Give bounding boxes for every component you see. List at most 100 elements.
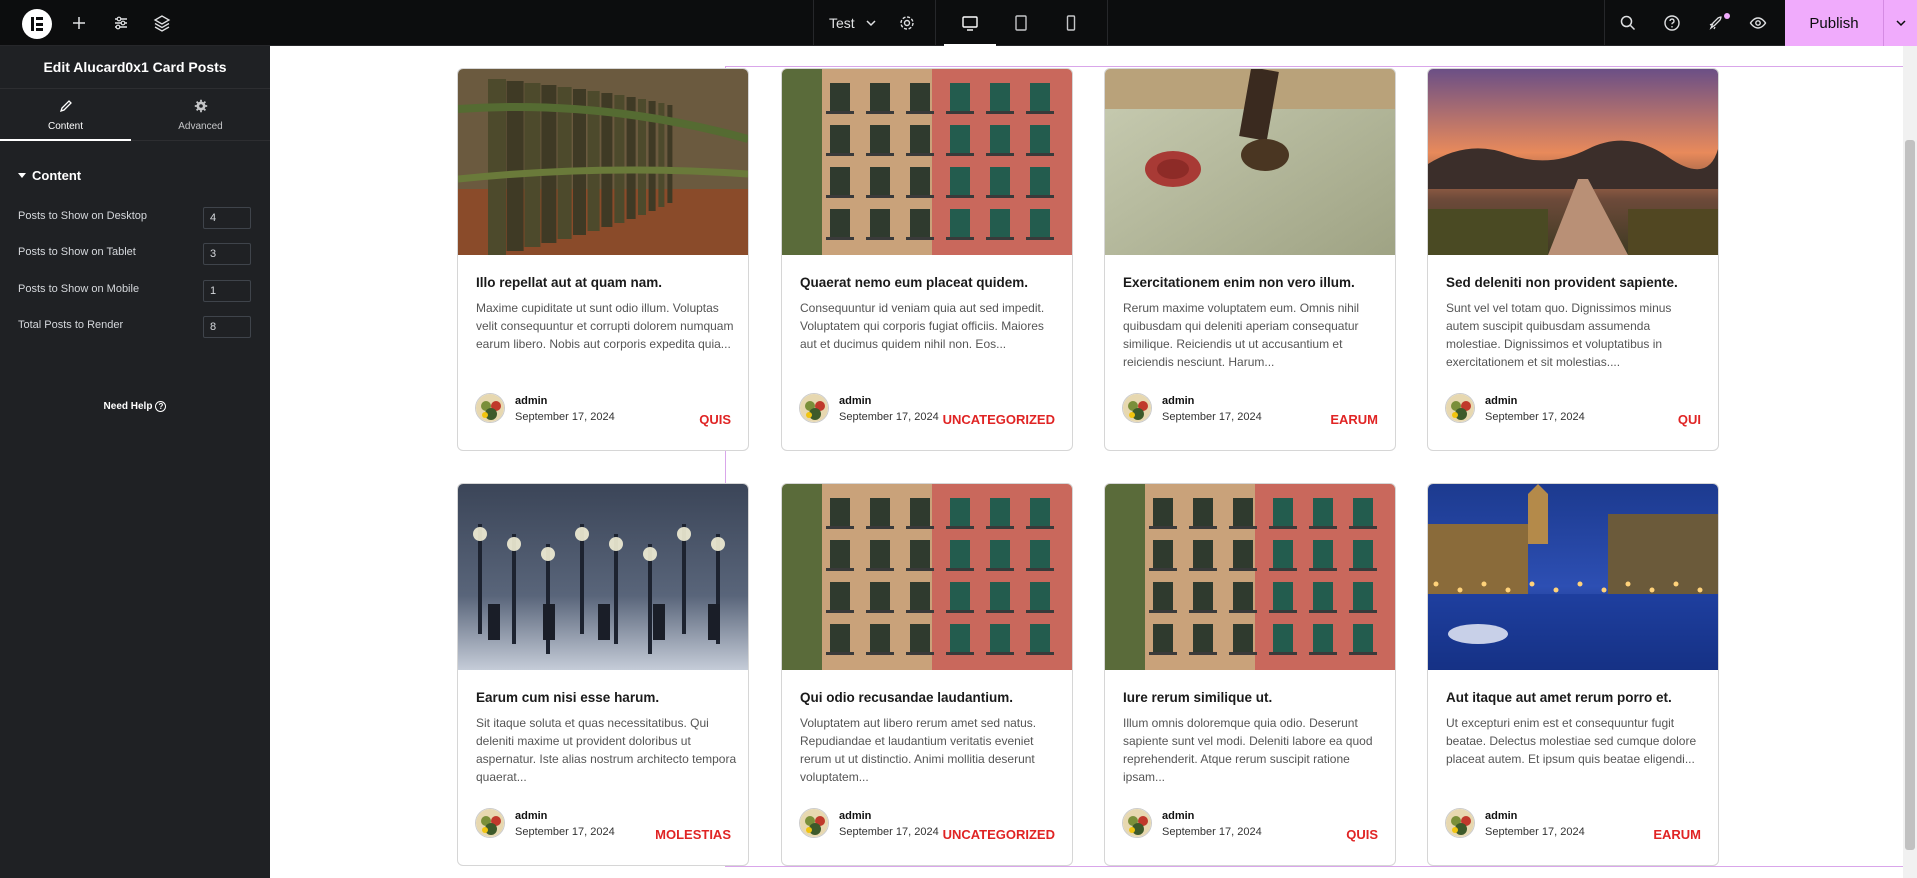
post-date: September 17, 2024 bbox=[1162, 411, 1262, 423]
elementor-logo-icon[interactable] bbox=[22, 9, 52, 39]
post-category[interactable]: EARUM bbox=[1653, 827, 1701, 842]
question-circle-icon: ? bbox=[155, 401, 167, 412]
author-avatar bbox=[1122, 808, 1152, 838]
post-title[interactable]: Illo repellat aut at quam nam. bbox=[476, 275, 736, 290]
tab-advanced[interactable]: Advanced bbox=[135, 89, 266, 141]
field-label-desktop: Posts to Show on Desktop bbox=[18, 210, 148, 222]
post-author[interactable]: admin bbox=[1162, 810, 1194, 822]
posts-desktop-input[interactable] bbox=[203, 207, 251, 229]
desktop-icon[interactable] bbox=[959, 12, 981, 34]
total-posts-input[interactable] bbox=[203, 316, 251, 338]
notification-dot bbox=[1724, 13, 1730, 19]
post-title[interactable]: Sed deleniti non provident sapiente. bbox=[1446, 275, 1706, 290]
post-category[interactable]: QUIS bbox=[1346, 827, 1378, 842]
page-name[interactable]: Test bbox=[829, 15, 855, 31]
gear-icon bbox=[135, 99, 266, 115]
post-category[interactable]: UNCATEGORIZED bbox=[943, 827, 1055, 842]
mobile-icon[interactable] bbox=[1060, 12, 1082, 34]
post-title[interactable]: Earum cum nisi esse harum. bbox=[476, 690, 736, 705]
post-date: September 17, 2024 bbox=[1162, 826, 1262, 838]
tablet-icon[interactable] bbox=[1010, 12, 1032, 34]
field-label-mobile: Posts to Show on Mobile bbox=[18, 283, 140, 295]
panel-tabs: Content Advanced bbox=[0, 89, 270, 141]
post-card[interactable]: Exercitationem enim non vero illum. Rerum… bbox=[1104, 68, 1396, 451]
preview-canvas: Illo repellat aut at quam nam. Maxime cup… bbox=[270, 46, 1917, 878]
add-element-icon[interactable] bbox=[68, 12, 90, 34]
post-author[interactable]: admin bbox=[515, 395, 547, 407]
post-card[interactable]: Quaerat nemo eum placeat quidem. Consequu… bbox=[781, 68, 1073, 451]
post-date: September 17, 2024 bbox=[839, 826, 939, 838]
post-excerpt: Illum omnis doloremque quia odio. Deseru… bbox=[1123, 716, 1373, 784]
post-category[interactable]: EARUM bbox=[1330, 412, 1378, 427]
author-avatar bbox=[475, 808, 505, 838]
help-icon[interactable] bbox=[1661, 12, 1683, 34]
separator bbox=[1107, 0, 1108, 46]
post-title[interactable]: Quaerat nemo eum placeat quidem. bbox=[800, 275, 1060, 290]
post-excerpt: Consequuntur id veniam quia aut sed impe… bbox=[800, 301, 1045, 351]
need-help-label: Need Help bbox=[103, 401, 153, 413]
publish-options-button[interactable] bbox=[1883, 0, 1917, 46]
tab-label: Content bbox=[47, 121, 84, 132]
publish-button[interactable]: Publish bbox=[1785, 0, 1883, 46]
post-date: September 17, 2024 bbox=[1485, 411, 1585, 423]
post-category[interactable]: MOLESTIAS bbox=[655, 827, 731, 842]
post-date: September 17, 2024 bbox=[1485, 826, 1585, 838]
post-title[interactable]: Qui odio recusandae laudantium. bbox=[800, 690, 1060, 705]
author-avatar bbox=[475, 393, 505, 423]
section-content-toggle[interactable]: Content bbox=[32, 168, 81, 183]
posts-tablet-input[interactable] bbox=[203, 243, 251, 265]
post-author[interactable]: admin bbox=[1162, 395, 1194, 407]
post-author[interactable]: admin bbox=[1485, 810, 1517, 822]
post-card[interactable]: Sed deleniti non provident sapiente. Sunt… bbox=[1427, 68, 1719, 451]
structure-layers-icon[interactable] bbox=[151, 12, 173, 34]
post-excerpt: Maxime cupiditate ut sunt odio illum. Vo… bbox=[476, 301, 734, 351]
post-excerpt: Sunt vel vel totam quo. Dignissimos minu… bbox=[1446, 301, 1672, 369]
tab-content[interactable]: Content bbox=[0, 89, 131, 141]
post-excerpt: Voluptatem aut libero rerum amet sed nat… bbox=[800, 716, 1037, 784]
caret-down-icon[interactable] bbox=[18, 173, 26, 178]
site-settings-icon[interactable] bbox=[110, 12, 132, 34]
author-avatar bbox=[799, 393, 829, 423]
post-author[interactable]: admin bbox=[839, 395, 871, 407]
preview-eye-icon[interactable] bbox=[1747, 12, 1769, 34]
post-date: September 17, 2024 bbox=[515, 826, 615, 838]
tab-label: Advanced bbox=[178, 121, 223, 132]
search-icon[interactable] bbox=[1617, 12, 1639, 34]
chevron-down-icon[interactable] bbox=[864, 16, 878, 30]
pencil-icon bbox=[0, 99, 131, 115]
post-card[interactable]: Iure rerum similique ut. Illum omnis dolo… bbox=[1104, 483, 1396, 866]
separator bbox=[813, 0, 814, 46]
post-card[interactable]: Aut itaque aut amet rerum porro et. Ut ex… bbox=[1427, 483, 1719, 866]
post-card[interactable]: Earum cum nisi esse harum. Sit itaque sol… bbox=[457, 483, 749, 866]
separator bbox=[935, 0, 936, 46]
post-title[interactable]: Iure rerum similique ut. bbox=[1123, 690, 1383, 705]
top-bar: Test Publish bbox=[0, 0, 1917, 46]
scrollbar-thumb[interactable] bbox=[1905, 140, 1915, 850]
need-help-link[interactable]: Need Help? bbox=[0, 401, 270, 412]
post-excerpt: Ut excepturi enim est et consequuntur fu… bbox=[1446, 716, 1697, 766]
post-category[interactable]: QUIS bbox=[699, 412, 731, 427]
post-category[interactable]: QUI bbox=[1678, 412, 1701, 427]
post-date: September 17, 2024 bbox=[839, 411, 939, 423]
editor-panel: Edit Alucard0x1 Card Posts Content Advan… bbox=[0, 46, 270, 878]
post-category[interactable]: UNCATEGORIZED bbox=[943, 412, 1055, 427]
post-card[interactable]: Qui odio recusandae laudantium. Voluptate… bbox=[781, 483, 1073, 866]
post-title[interactable]: Exercitationem enim non vero illum. bbox=[1123, 275, 1383, 290]
separator bbox=[1604, 0, 1605, 46]
chevron-down-icon bbox=[1895, 20, 1906, 27]
posts-mobile-input[interactable] bbox=[203, 280, 251, 302]
field-label-total: Total Posts to Render bbox=[18, 319, 124, 331]
author-avatar bbox=[1122, 393, 1152, 423]
author-avatar bbox=[1445, 393, 1475, 423]
panel-title: Edit Alucard0x1 Card Posts bbox=[0, 46, 270, 89]
post-author[interactable]: admin bbox=[515, 810, 547, 822]
post-author[interactable]: admin bbox=[839, 810, 871, 822]
post-excerpt: Rerum maxime voluptatem eum. Omnis nihil… bbox=[1123, 301, 1360, 369]
post-card[interactable]: Illo repellat aut at quam nam. Maxime cup… bbox=[457, 68, 749, 451]
field-label-tablet: Posts to Show on Tablet bbox=[18, 246, 136, 258]
post-author[interactable]: admin bbox=[1485, 395, 1517, 407]
post-date: September 17, 2024 bbox=[515, 411, 615, 423]
post-title[interactable]: Aut itaque aut amet rerum porro et. bbox=[1446, 690, 1706, 705]
page-settings-gear-icon[interactable] bbox=[896, 12, 918, 34]
author-avatar bbox=[1445, 808, 1475, 838]
